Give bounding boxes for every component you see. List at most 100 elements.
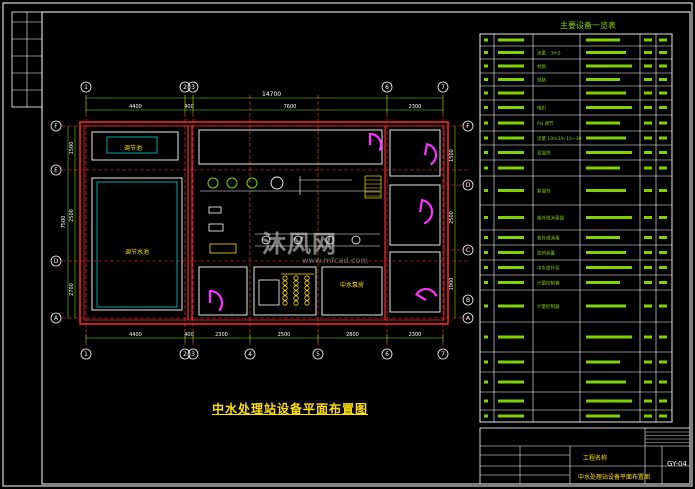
table-cell-text-block (498, 266, 524, 269)
table-spec-text: 计量控制器 (537, 303, 560, 310)
room-label-tank: 调节池 (124, 144, 142, 152)
table-cell-text-block (484, 189, 488, 192)
top-dim-text: 2300 (409, 104, 422, 110)
table-cell-text-block (586, 51, 626, 54)
table-cell-text-block (659, 414, 667, 418)
room-label-main-tank: 调节水池 (125, 248, 149, 256)
table-cell-text-block (498, 38, 524, 42)
table-cell-text-block (586, 121, 620, 125)
table-cell-text-block (644, 78, 652, 81)
table-cell-text-block (498, 106, 524, 109)
grid-bubble-top-text: 2 (183, 84, 187, 91)
table-cell-text-block (484, 121, 488, 125)
table-cell-text-block (498, 360, 524, 364)
door-swing (418, 198, 434, 225)
table-cell-text-block (586, 64, 632, 68)
table-cell-text-block (484, 414, 488, 418)
table-cell-text-block (644, 399, 652, 403)
table-cell-text-block (484, 281, 488, 284)
table-cell-text-block (644, 91, 652, 95)
chain-link (293, 290, 299, 296)
grid-bubble-bottom-text: 6 (385, 351, 389, 358)
table-cell-text-block (659, 136, 667, 140)
bottom-dim-text: 2300 (409, 332, 422, 338)
table-cell-text-block (659, 360, 667, 364)
table-cell-text-block (484, 91, 488, 95)
chain-link (282, 290, 288, 296)
chain-link (282, 300, 288, 306)
table-cell-text-block (659, 38, 667, 42)
table-cell-text-block (586, 281, 620, 284)
building-outer-wall (79, 121, 449, 325)
table-cell-text-block (498, 91, 524, 95)
table-spec-text: 电机 (537, 105, 546, 112)
chain-link (293, 295, 299, 301)
total-dimension-label: 14700 (262, 91, 282, 98)
bottom-dim-text: 2300 (215, 332, 228, 338)
table-cell-text-block (586, 236, 620, 239)
grid-bubble-right-text: D (466, 182, 471, 189)
right-dim-text: 1900 (449, 278, 455, 291)
right-dim-text: 2500 (449, 211, 455, 224)
room-bottom-3 (321, 266, 383, 316)
table-cell-text-block (659, 380, 667, 384)
table-cell-text-block (644, 38, 652, 42)
grid-bubble-left-text: F (54, 123, 58, 130)
table-cell-text-block (644, 380, 652, 384)
table-cell-text-block (498, 304, 524, 308)
table-cell-text-block (586, 251, 626, 254)
table-spec-text: 紫外线消毒 (537, 235, 560, 242)
grid-bubble-bottom-text: 3 (191, 351, 195, 358)
table-spec-text: 中水提升泵 (537, 265, 560, 272)
table-cell-text-block (484, 64, 488, 68)
chain-link (293, 280, 299, 286)
table-cell-text-block (484, 335, 488, 339)
chain-link (304, 295, 310, 301)
table-cell-text-block (586, 91, 626, 95)
table-cell-text-block (659, 78, 667, 81)
table-cell-text-block (586, 151, 632, 154)
top-dim-text: 7600 (284, 104, 297, 110)
chain-link (304, 285, 310, 291)
green-equipment-circle (246, 177, 258, 189)
table-cell-text-block (659, 216, 667, 219)
table-cell-text-block (586, 166, 620, 170)
table-cell-text-block (586, 189, 626, 192)
table-cell-text-block (659, 64, 667, 68)
grid-bubble-right-text: F (466, 123, 470, 130)
table-spec-text: 絮凝剂 (537, 188, 551, 195)
table-cell-text-block (586, 360, 620, 364)
table-cell-text-block (498, 136, 524, 140)
table-cell-text-block (644, 51, 652, 54)
table-cell-text-block (659, 166, 667, 170)
left-dim-text: 2500 (69, 209, 75, 222)
table-cell-text-block (484, 236, 488, 239)
table-spec-text: 规格 (537, 77, 546, 84)
grid-bubble-bottom-text: 2 (183, 351, 187, 358)
chain-link (282, 280, 288, 286)
table-cell-text-block (498, 380, 524, 384)
table-cell-text-block (498, 166, 524, 170)
table-cell-text-block (484, 136, 488, 140)
equipment-small-1 (208, 206, 222, 214)
cad-drawing-canvas: 调节池 调节水池 中水泵房 4400 400 7600 2300 4400 400 2300 250… (0, 0, 695, 489)
table-cell-text-block (498, 414, 524, 418)
table-cell-text-block (659, 121, 667, 125)
equipment-box (258, 279, 280, 306)
table-cell-text-block (644, 304, 652, 308)
table-cell-text-block (586, 106, 632, 109)
stair (364, 175, 382, 199)
table-cell-text-block (659, 399, 667, 403)
table-cell-text-block (644, 281, 652, 284)
table-cell-text-block (586, 399, 632, 403)
table-cell-text-block (498, 64, 524, 68)
title-block-project: 工程名称 (583, 455, 608, 462)
table-cell-text-block (586, 304, 626, 308)
table-cell-text-block (586, 216, 632, 219)
tank-main-left (91, 177, 183, 311)
table-cell-text-block (484, 106, 488, 109)
table-cell-text-block (484, 51, 488, 54)
table-cell-text-block (484, 216, 488, 219)
table-cell-text-block (644, 236, 652, 239)
room-top-right (389, 129, 441, 177)
